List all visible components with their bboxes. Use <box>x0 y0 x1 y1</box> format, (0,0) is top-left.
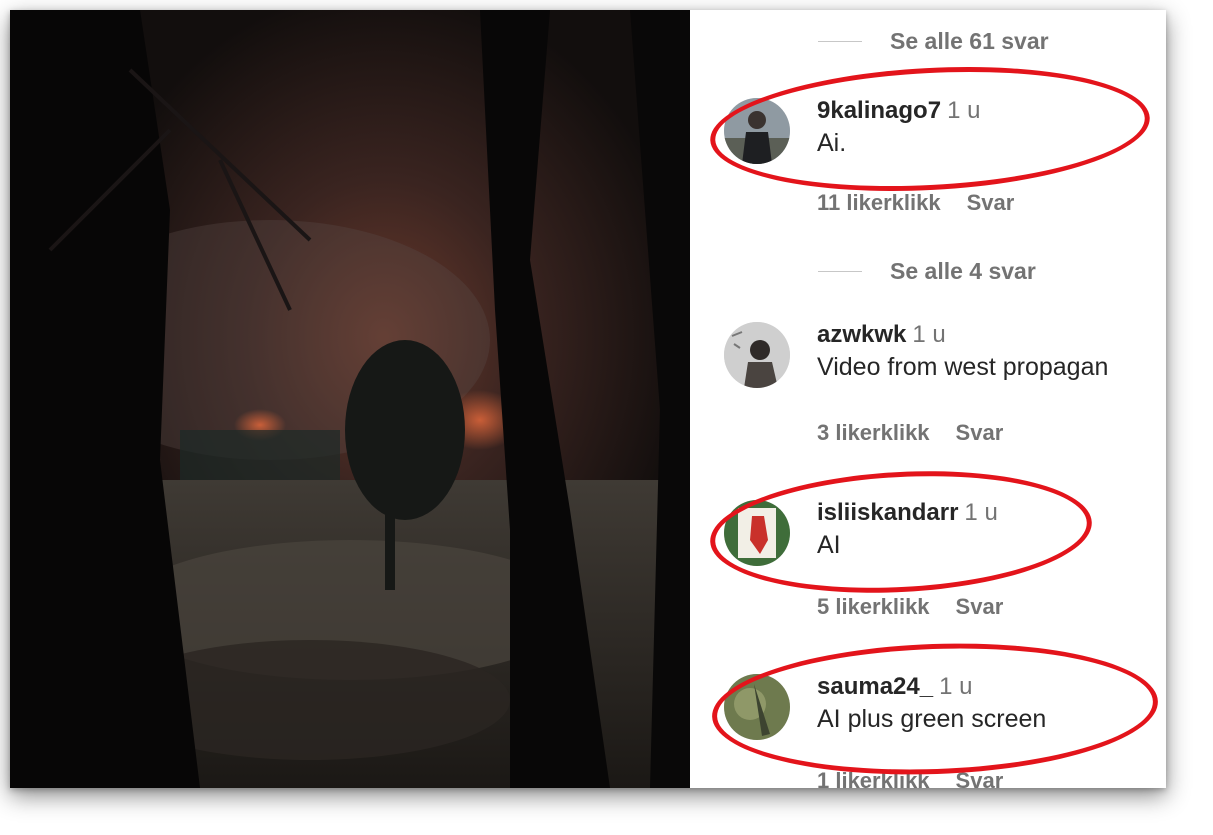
comment-item: 9kalinago7 1 u Ai. <box>724 97 1164 178</box>
comment-text: Video from west propagan <box>817 353 1109 381</box>
comment-username[interactable]: isliiskandarr <box>817 499 958 526</box>
avatar[interactable] <box>724 98 790 164</box>
comment-text: AI <box>817 531 841 559</box>
comment-timestamp: 1 u <box>964 499 998 526</box>
like-count[interactable]: 5 likerklikk <box>817 594 930 619</box>
reply-button[interactable]: Svar <box>956 768 1004 788</box>
view-replies-link[interactable]: Se alle 4 svar <box>818 258 1036 285</box>
like-count[interactable]: 1 likerklikk <box>817 768 930 788</box>
comment-timestamp: 1 u <box>947 97 981 124</box>
avatar[interactable] <box>724 322 790 388</box>
comment-actions: 1 likerklikk Svar <box>817 768 1003 788</box>
like-count[interactable]: 3 likerklikk <box>817 420 930 445</box>
comment-username[interactable]: sauma24_ <box>817 673 933 700</box>
comment-item: azwkwk 1 u Video from west propagan <box>724 321 1164 402</box>
view-replies-label: Se alle 61 svar <box>890 28 1049 54</box>
comment-item: isliiskandarr 1 u AI <box>724 499 1164 580</box>
reply-button[interactable]: Svar <box>956 420 1004 445</box>
reply-button[interactable]: Svar <box>956 594 1004 619</box>
comment-username[interactable]: azwkwk <box>817 321 906 348</box>
comment-actions: 5 likerklikk Svar <box>817 594 1003 620</box>
screenshot-frame: Se alle 61 svar 9kalinago7 1 u Ai. 11 lik… <box>10 10 1166 788</box>
night-scene-image <box>10 10 690 788</box>
avatar[interactable] <box>724 500 790 566</box>
divider-line <box>818 41 862 42</box>
comment-actions: 11 likerklikk Svar <box>817 190 1014 216</box>
video-player[interactable] <box>10 10 690 788</box>
reply-button[interactable]: Svar <box>967 190 1015 215</box>
like-count[interactable]: 11 likerklikk <box>817 190 941 215</box>
comment-actions: 3 likerklikk Svar <box>817 420 1003 446</box>
comment-text: Ai. <box>817 129 847 157</box>
view-replies-label: Se alle 4 svar <box>890 258 1036 284</box>
comment-username[interactable]: 9kalinago7 <box>817 97 941 124</box>
comment-item: sauma24_ 1 u AI plus green screen <box>724 673 1164 754</box>
avatar[interactable] <box>724 674 790 740</box>
comment-timestamp: 1 u <box>939 673 973 700</box>
view-replies-link[interactable]: Se alle 61 svar <box>818 28 1049 55</box>
comments-panel: Se alle 61 svar 9kalinago7 1 u Ai. 11 lik… <box>690 10 1166 788</box>
divider-line <box>818 271 862 272</box>
comment-text: AI plus green screen <box>817 705 1047 733</box>
comment-timestamp: 1 u <box>912 321 946 348</box>
